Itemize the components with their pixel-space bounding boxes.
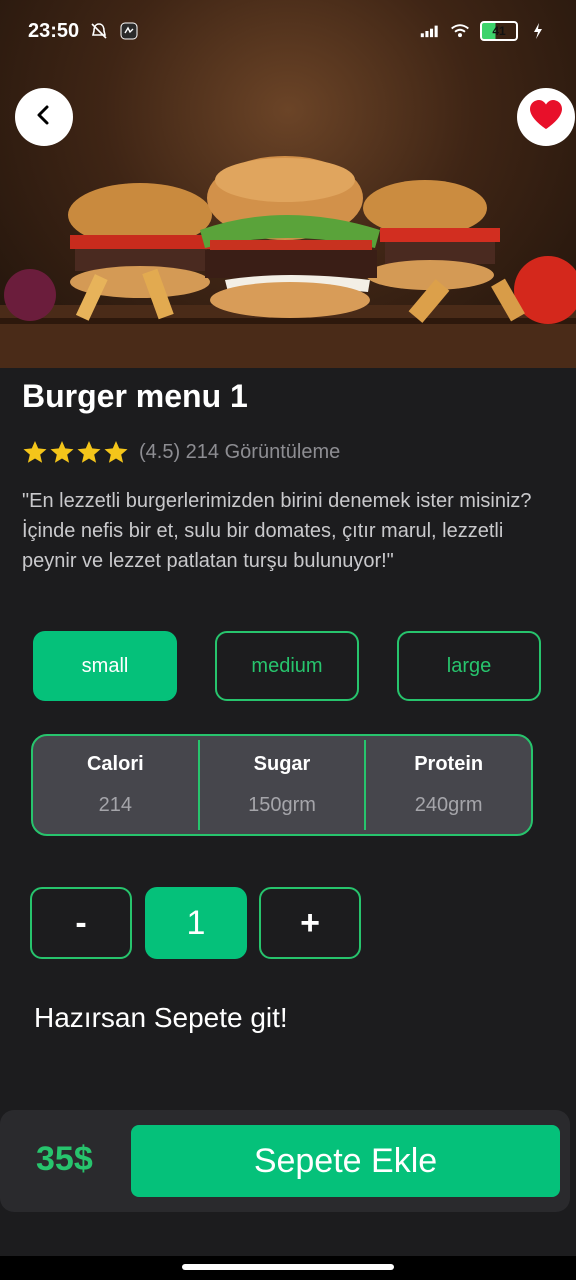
nutrition-calori: Calori 214	[33, 736, 198, 834]
back-button[interactable]	[15, 88, 73, 146]
add-to-cart-button[interactable]: Sepete Ekle	[131, 1125, 560, 1197]
nutrition-label: Calori	[86, 753, 144, 775]
app-icon	[119, 21, 139, 41]
charging-icon	[528, 21, 548, 41]
signal-icon	[420, 21, 440, 41]
rating-row: (4.5) 214 Görüntüleme	[22, 440, 340, 464]
price: 35$	[36, 1140, 93, 1178]
heart-icon	[528, 99, 564, 136]
rating-text: (4.5) 214 Görüntüleme	[139, 440, 341, 463]
favorite-button[interactable]	[517, 88, 575, 146]
home-indicator[interactable]	[182, 1264, 394, 1270]
nutrition-panel: Calori 214 Sugar 150grm Protein 240grm	[31, 734, 533, 836]
chevron-left-icon	[33, 104, 55, 131]
product-description: "En lezzetli burgerlerimizden birini den…	[22, 490, 532, 572]
battery-icon: 41	[480, 21, 518, 41]
bell-off-icon	[89, 21, 109, 41]
star-icon	[50, 441, 74, 463]
nutrition-label: Sugar	[253, 753, 311, 775]
size-option-small[interactable]: small	[33, 631, 177, 701]
status-bar: 23:50 41	[0, 0, 576, 62]
wifi-icon	[450, 21, 470, 41]
nutrition-value: 150grm	[248, 794, 316, 816]
status-time: 23:50	[28, 19, 80, 42]
rating-stars	[22, 440, 129, 464]
quantity-value: 1	[145, 887, 247, 959]
star-icon	[104, 441, 128, 463]
cart-hint: Hazırsan Sepete git!	[34, 1002, 288, 1033]
star-icon	[77, 441, 101, 463]
nutrition-protein: Protein 240grm	[364, 740, 531, 830]
product-title: Burger menu 1	[22, 378, 248, 414]
nutrition-value: 240grm	[414, 794, 483, 816]
size-option-medium[interactable]: medium	[215, 631, 359, 701]
size-option-large[interactable]: large	[397, 631, 541, 701]
nutrition-label: Protein	[414, 753, 484, 775]
increase-quantity-button[interactable]: +	[259, 887, 361, 959]
decrease-quantity-button[interactable]: -	[30, 887, 132, 959]
star-icon	[23, 441, 47, 463]
nutrition-sugar: Sugar 150grm	[197, 740, 365, 830]
nutrition-value: 214	[98, 794, 133, 816]
